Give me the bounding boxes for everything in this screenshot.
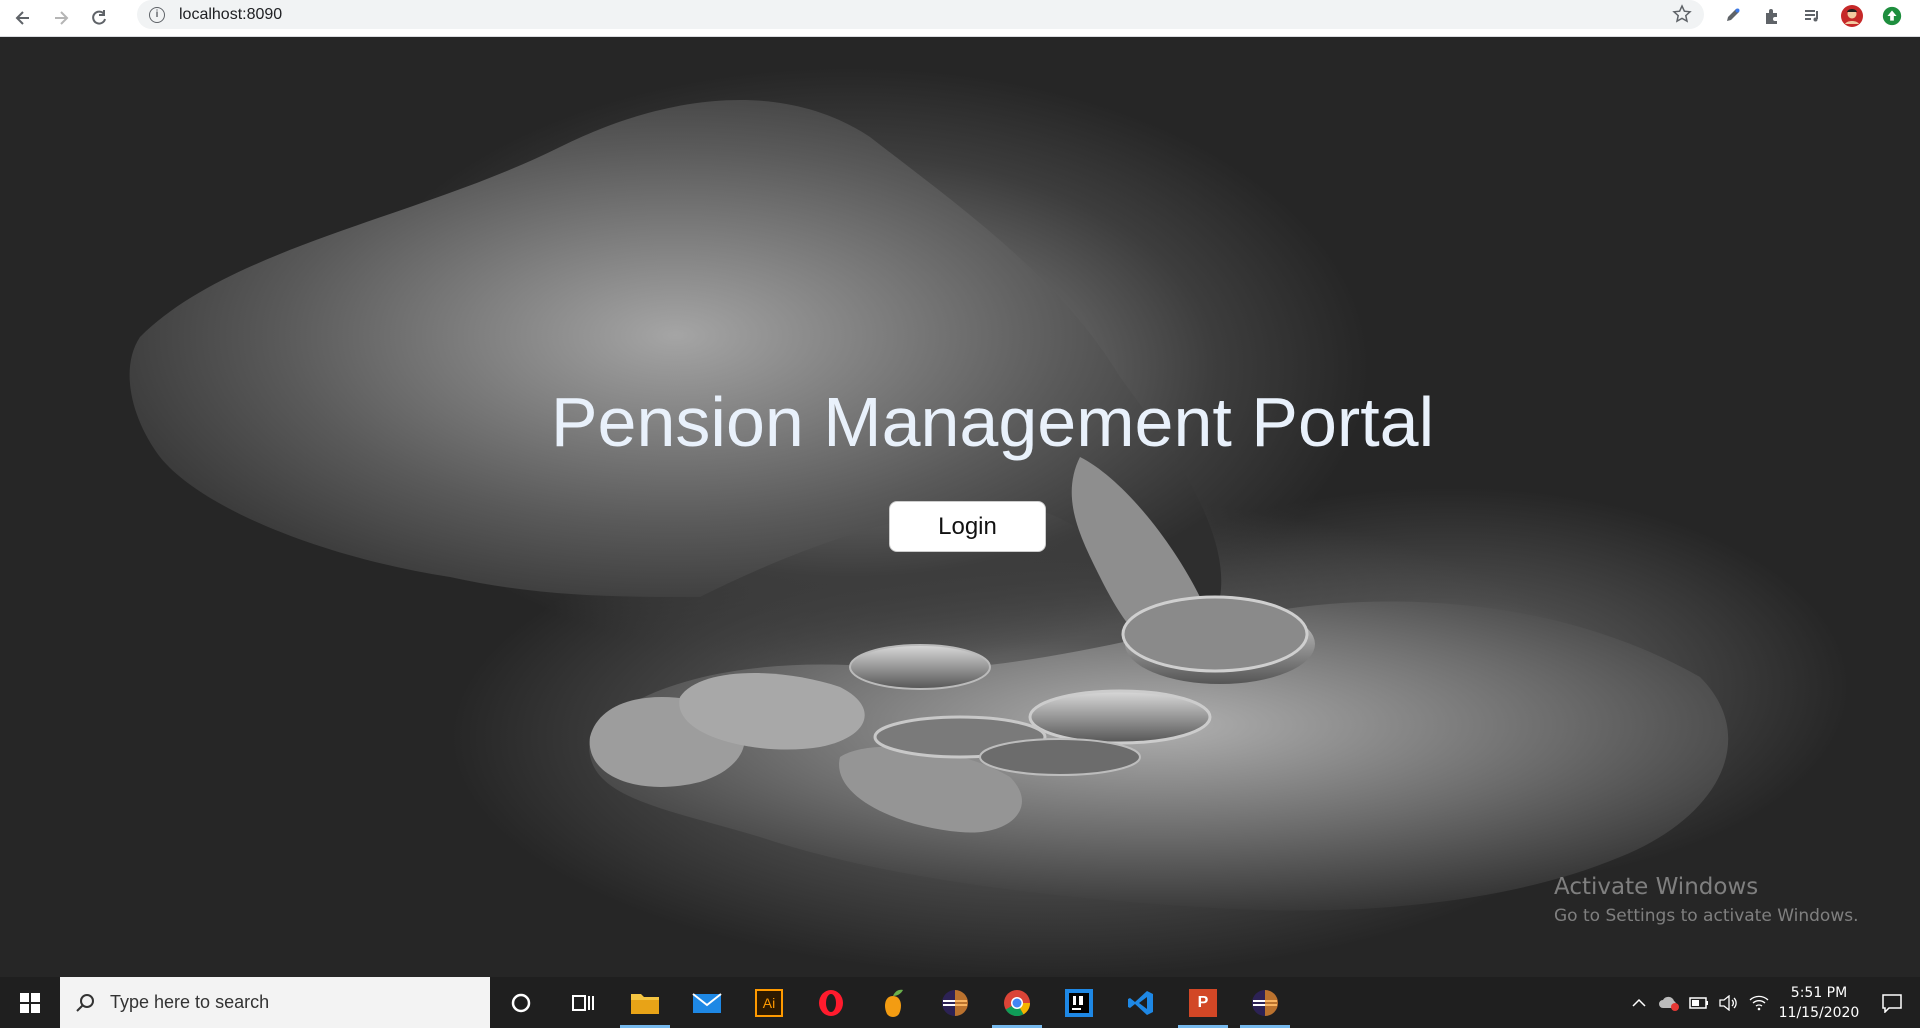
taskbar-app-file-explorer[interactable] <box>614 977 676 1028</box>
media-queue-icon[interactable] <box>1800 4 1824 28</box>
update-available-icon[interactable] <box>1880 4 1904 28</box>
taskbar-app-illustrator[interactable]: Ai <box>738 977 800 1028</box>
network-tray-button[interactable] <box>1744 977 1774 1028</box>
arrow-left-icon <box>15 11 29 25</box>
system-tray: 5:51 PM 11/15/2020 <box>1624 977 1920 1028</box>
volume-tray-button[interactable] <box>1714 977 1744 1028</box>
profile-avatar[interactable] <box>1840 4 1864 28</box>
bookmark-star-icon[interactable] <box>1672 4 1692 24</box>
taskbar-app-intellij[interactable] <box>1048 977 1110 1028</box>
eyedropper-extension-icon[interactable] <box>1720 4 1744 28</box>
taskbar-app-eclipse-2[interactable] <box>1234 977 1296 1028</box>
site-info-icon[interactable]: i <box>149 6 165 23</box>
page-title: Pension Management Portal <box>550 383 1435 461</box>
show-hidden-icons-button[interactable] <box>1624 977 1654 1028</box>
taskbar-app-opera[interactable] <box>800 977 862 1028</box>
folder-icon <box>631 993 659 1014</box>
wifi-icon <box>1749 995 1769 1010</box>
reload-button[interactable] <box>84 3 114 33</box>
watermark-title: Activate Windows <box>1554 874 1759 900</box>
address-bar[interactable]: i localhost:8090 <box>137 0 1704 29</box>
fruit-icon <box>885 989 903 1017</box>
puzzle-extensions-icon[interactable] <box>1760 4 1784 28</box>
search-icon <box>76 993 94 1012</box>
cortana-button[interactable] <box>490 977 552 1028</box>
speaker-icon <box>1719 994 1737 1011</box>
clock-time: 5:51 PM <box>1790 984 1848 1001</box>
taskbar-app-powerpoint[interactable]: P <box>1172 977 1234 1028</box>
battery-tray-button[interactable] <box>1684 977 1714 1028</box>
opera-icon <box>819 989 843 1016</box>
start-button[interactable] <box>0 977 60 1028</box>
taskbar-app-mail[interactable] <box>676 977 738 1028</box>
cortana-circle-icon <box>511 993 531 1012</box>
taskbar-app-eclipse[interactable] <box>924 977 986 1028</box>
browser-toolbar: i localhost:8090 <box>0 0 1920 37</box>
eclipse-icon <box>942 989 968 1016</box>
task-view-icon <box>572 994 594 1011</box>
taskbar-app-vscode[interactable] <box>1110 977 1172 1028</box>
vscode-icon <box>1128 990 1153 1015</box>
forward-button[interactable] <box>46 3 76 33</box>
eclipse-icon <box>1252 989 1278 1016</box>
arrow-right-icon <box>55 11 69 25</box>
watermark-subtitle: Go to Settings to activate Windows. <box>1554 906 1859 926</box>
chrome-icon <box>1004 989 1031 1016</box>
powerpoint-icon: P <box>1189 988 1217 1017</box>
windows-taskbar: Type here to search Ai P 5:51 PM 11/15/2… <box>0 977 1920 1028</box>
reload-icon <box>92 10 106 25</box>
mail-icon <box>692 992 722 1013</box>
landing-page: Pension Management Portal Login Activate… <box>0 37 1920 977</box>
illustrator-icon: Ai <box>755 988 783 1017</box>
clock-date: 11/15/2020 <box>1778 1004 1860 1021</box>
login-button[interactable]: Login <box>889 501 1046 552</box>
search-placeholder[interactable]: Type here to search <box>110 992 269 1013</box>
taskbar-app-chrome[interactable] <box>986 977 1048 1028</box>
back-button[interactable] <box>8 3 38 33</box>
notification-icon <box>1882 993 1902 1013</box>
taskbar-app-fl-studio[interactable] <box>862 977 924 1028</box>
intellij-icon <box>1065 988 1093 1017</box>
action-center-button[interactable] <box>1864 977 1920 1028</box>
activate-windows-watermark: Activate Windows Go to Settings to activ… <box>1554 874 1859 926</box>
onedrive-tray-button[interactable] <box>1654 977 1684 1028</box>
task-view-button[interactable] <box>552 977 614 1028</box>
url-text[interactable]: localhost:8090 <box>179 6 282 24</box>
windows-logo-icon <box>20 992 40 1013</box>
taskbar-search-box[interactable]: Type here to search <box>60 977 490 1028</box>
cloud-error-icon <box>1659 996 1679 1011</box>
taskbar-clock[interactable]: 5:51 PM 11/15/2020 <box>1774 983 1864 1023</box>
chevron-up-icon <box>1632 998 1646 1007</box>
battery-icon <box>1689 996 1708 1009</box>
